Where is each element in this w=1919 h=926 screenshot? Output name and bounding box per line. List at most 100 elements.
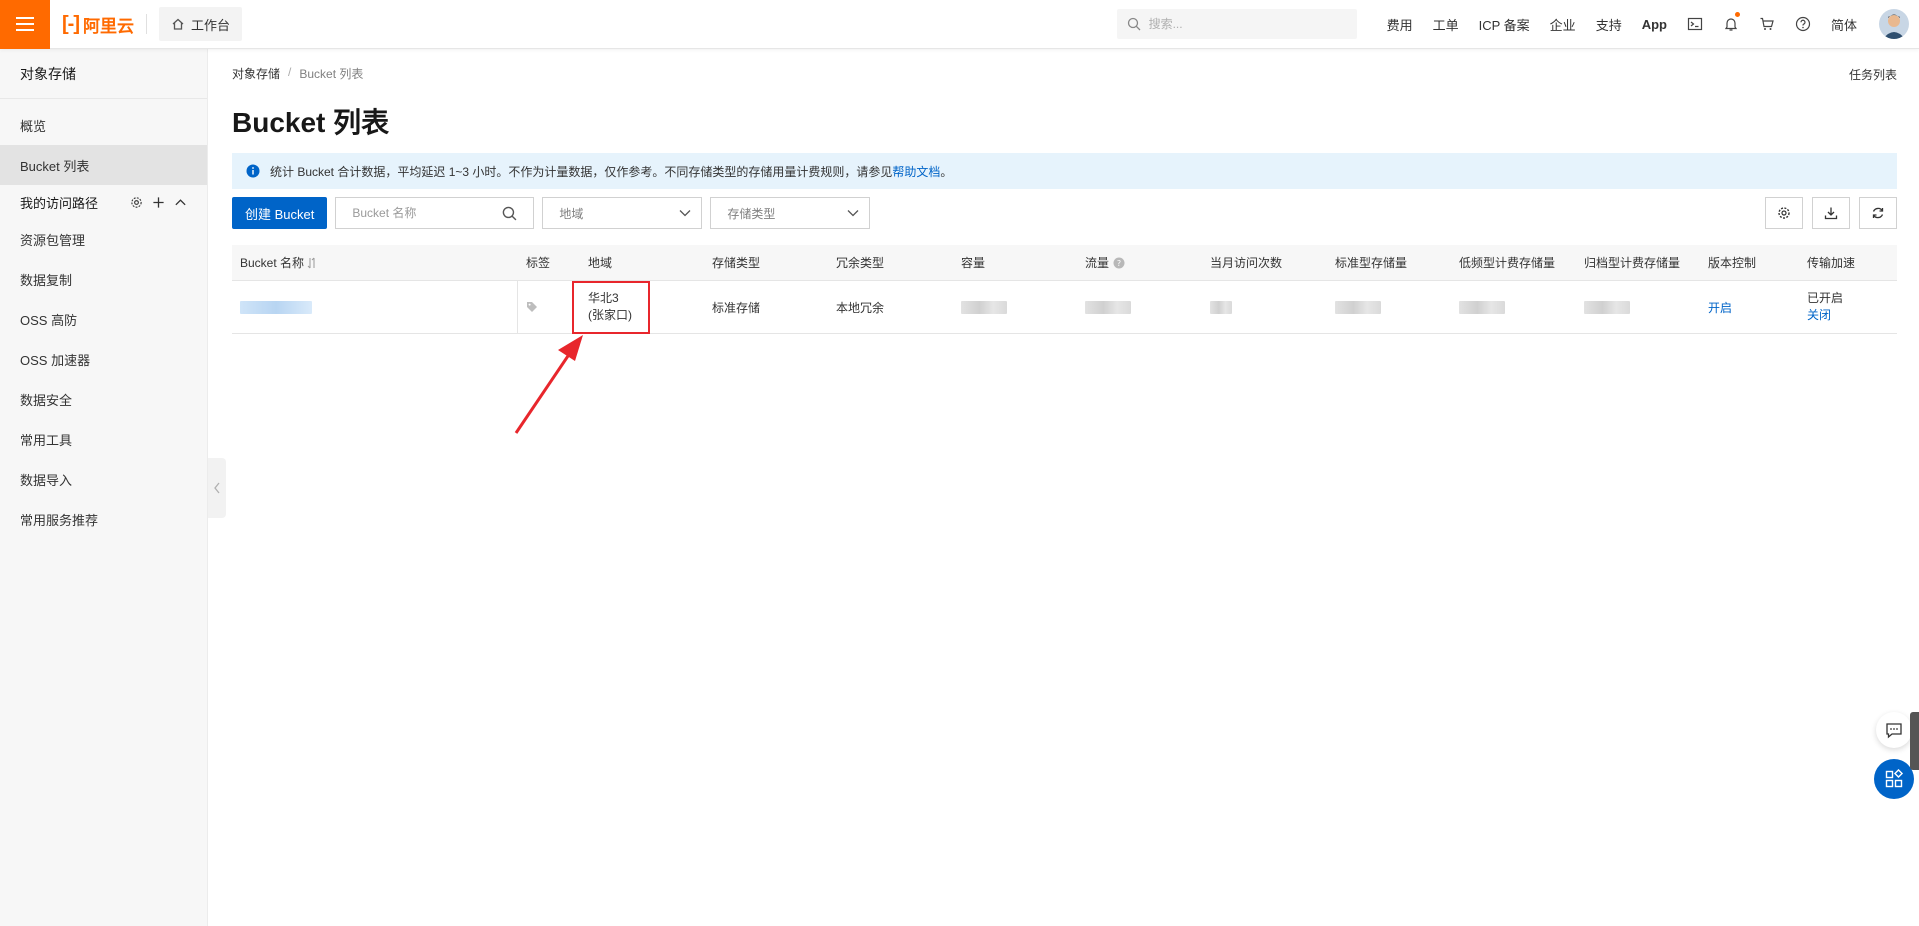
toolbar: 创建 Bucket 地域 存储类型 <box>232 197 1897 229</box>
table-header: Bucket 名称 标签 地域 存储类型 冗余类型 容量 流量 ? 当月访问次数… <box>232 245 1897 281</box>
redacted-value <box>1335 300 1381 314</box>
help-icon[interactable] <box>1785 0 1821 49</box>
versioning-enable-link[interactable]: 开启 <box>1708 299 1732 316</box>
chevron-left-icon <box>214 482 220 494</box>
storage-type-select[interactable]: 存储类型 <box>710 197 871 229</box>
col-storage-type: 存储类型 <box>712 256 761 270</box>
requests-cell <box>1202 281 1327 333</box>
chevron-down-icon <box>679 210 691 217</box>
tag-icon[interactable] <box>526 301 538 313</box>
col-archive-storage: 归档型计费存储量 <box>1584 256 1681 270</box>
capacity-cell <box>953 281 1077 333</box>
search-icon[interactable] <box>502 206 517 221</box>
redundancy-cell: 本地冗余 <box>836 300 885 315</box>
search-icon <box>1127 17 1141 31</box>
arrow-head <box>558 335 583 361</box>
cart-icon[interactable] <box>1749 0 1785 49</box>
refresh-icon <box>1872 207 1884 219</box>
search-input[interactable] <box>1148 17 1339 31</box>
settings-button[interactable] <box>1765 197 1803 229</box>
gear-icon <box>1778 207 1790 219</box>
sidebar-item-common-tools[interactable]: 常用工具 <box>0 419 207 459</box>
language-switch[interactable]: 简体 <box>1831 15 1857 34</box>
sort-icon[interactable] <box>307 257 317 269</box>
redacted-value <box>961 300 1007 314</box>
sidebar-item-recommended-services[interactable]: 常用服务推荐 <box>0 499 207 539</box>
global-search[interactable] <box>1116 9 1357 39</box>
storage-type-placeholder: 存储类型 <box>727 206 776 221</box>
region-select-placeholder: 地域 <box>559 206 584 221</box>
col-versioning: 版本控制 <box>1708 256 1757 270</box>
sidebar-item-bucket-list[interactable]: Bucket 列表 <box>0 145 207 185</box>
plus-icon[interactable] <box>152 196 165 209</box>
table-row: 华北3 (张家口) 标准存储 本地冗余 开启 已开启 关闭 <box>232 281 1897 334</box>
redacted-value <box>1210 300 1232 314</box>
help-doc-link[interactable]: 帮助文档 <box>892 165 940 179</box>
download-icon <box>1824 207 1838 220</box>
tags-cell <box>518 281 580 333</box>
page-title: Bucket 列表 <box>232 107 390 138</box>
sidebar-item-resource-packages[interactable]: 资源包管理 <box>0 219 207 259</box>
chevron-down-icon <box>847 210 859 217</box>
nav-support[interactable]: 支持 <box>1596 15 1622 34</box>
sidebar-group-access-paths: 我的访问路径 <box>0 185 207 219</box>
breadcrumb-oss[interactable]: 对象存储 <box>232 65 280 82</box>
create-bucket-button[interactable]: 创建 Bucket <box>232 197 328 229</box>
refresh-button[interactable] <box>1859 197 1897 229</box>
sidebar-item-overview[interactable]: 概览 <box>0 105 207 145</box>
col-redundancy: 冗余类型 <box>836 256 885 270</box>
standard-storage-cell <box>1327 281 1451 333</box>
acceleration-value: 已开启 关闭 <box>1807 291 1843 322</box>
terminal-icon[interactable] <box>1677 0 1713 49</box>
col-tags: 标签 <box>526 256 551 270</box>
bucket-name-redacted[interactable] <box>240 300 312 314</box>
menu-icon[interactable] <box>0 0 50 49</box>
side-feedback-tab[interactable] <box>1910 712 1919 770</box>
acceleration-cell: 已开启 关闭 <box>1799 281 1897 333</box>
bucket-table: Bucket 名称 标签 地域 存储类型 冗余类型 容量 流量 ? 当月访问次数… <box>232 245 1897 334</box>
notification-dot <box>1734 11 1740 17</box>
aliyun-logo[interactable]: [-] 阿里云 <box>62 12 134 37</box>
redacted-value <box>1459 300 1505 314</box>
sidebar-item-anti-ddos[interactable]: OSS 高防 <box>0 299 207 339</box>
nav-icp[interactable]: ICP 备案 <box>1479 15 1530 34</box>
apps-float-button[interactable] <box>1874 759 1914 799</box>
nav-app[interactable]: App <box>1642 17 1667 32</box>
arrow-shaft <box>514 349 574 434</box>
download-button[interactable] <box>1812 197 1850 229</box>
sidebar: 对象存储 概览 Bucket 列表 我的访问路径 资源包管理 数据复制 OSS … <box>0 49 208 926</box>
nav-tickets[interactable]: 工单 <box>1433 15 1459 34</box>
top-navigation-bar: [-] 阿里云 工作台 费用 工单 ICP 备案 企业 支持 App 简体 <box>0 0 1919 49</box>
col-label: Bucket 名称 <box>240 256 305 270</box>
col-bucket-name[interactable]: Bucket 名称 <box>232 245 518 280</box>
task-list-link[interactable]: 任务列表 <box>1849 66 1897 83</box>
user-avatar[interactable] <box>1879 9 1909 39</box>
bell-icon[interactable] <box>1713 0 1749 49</box>
sidebar-item-data-replication[interactable]: 数据复制 <box>0 259 207 299</box>
bucket-name-search[interactable] <box>335 197 535 229</box>
workbench-button[interactable]: 工作台 <box>158 7 242 41</box>
gear-icon[interactable] <box>130 196 143 209</box>
nav-billing[interactable]: 费用 <box>1387 15 1413 34</box>
versioning-cell: 开启 <box>1700 281 1799 333</box>
bucket-name-cell[interactable] <box>232 281 518 333</box>
sidebar-item-data-security[interactable]: 数据安全 <box>0 379 207 419</box>
col-capacity: 容量 <box>961 256 986 270</box>
notice-text-wrap: 统计 Bucket 合计数据，平均延迟 1~3 小时。不作为计量数据，仅作参考。… <box>270 163 952 180</box>
apps-icon <box>1885 769 1904 788</box>
traffic-cell <box>1077 281 1202 333</box>
sidebar-item-accelerator[interactable]: OSS 加速器 <box>0 339 207 379</box>
col-traffic: 流量 ? <box>1077 245 1202 280</box>
region-select[interactable]: 地域 <box>542 197 703 229</box>
col-ia-storage: 低频型计费存储量 <box>1459 256 1556 270</box>
sidebar-collapse-handle[interactable] <box>208 458 226 518</box>
logo-mark-icon: [-] <box>62 12 80 35</box>
help-icon[interactable]: ? <box>1113 257 1125 269</box>
sidebar-item-data-import[interactable]: 数据导入 <box>0 459 207 499</box>
nav-enterprise[interactable]: 企业 <box>1550 15 1576 34</box>
acceleration-disable-link[interactable]: 关闭 <box>1807 308 1843 322</box>
bucket-name-input[interactable] <box>352 206 503 220</box>
chat-icon <box>1886 723 1902 739</box>
chevron-up-icon[interactable] <box>174 196 187 209</box>
chat-float-button[interactable] <box>1876 712 1912 748</box>
